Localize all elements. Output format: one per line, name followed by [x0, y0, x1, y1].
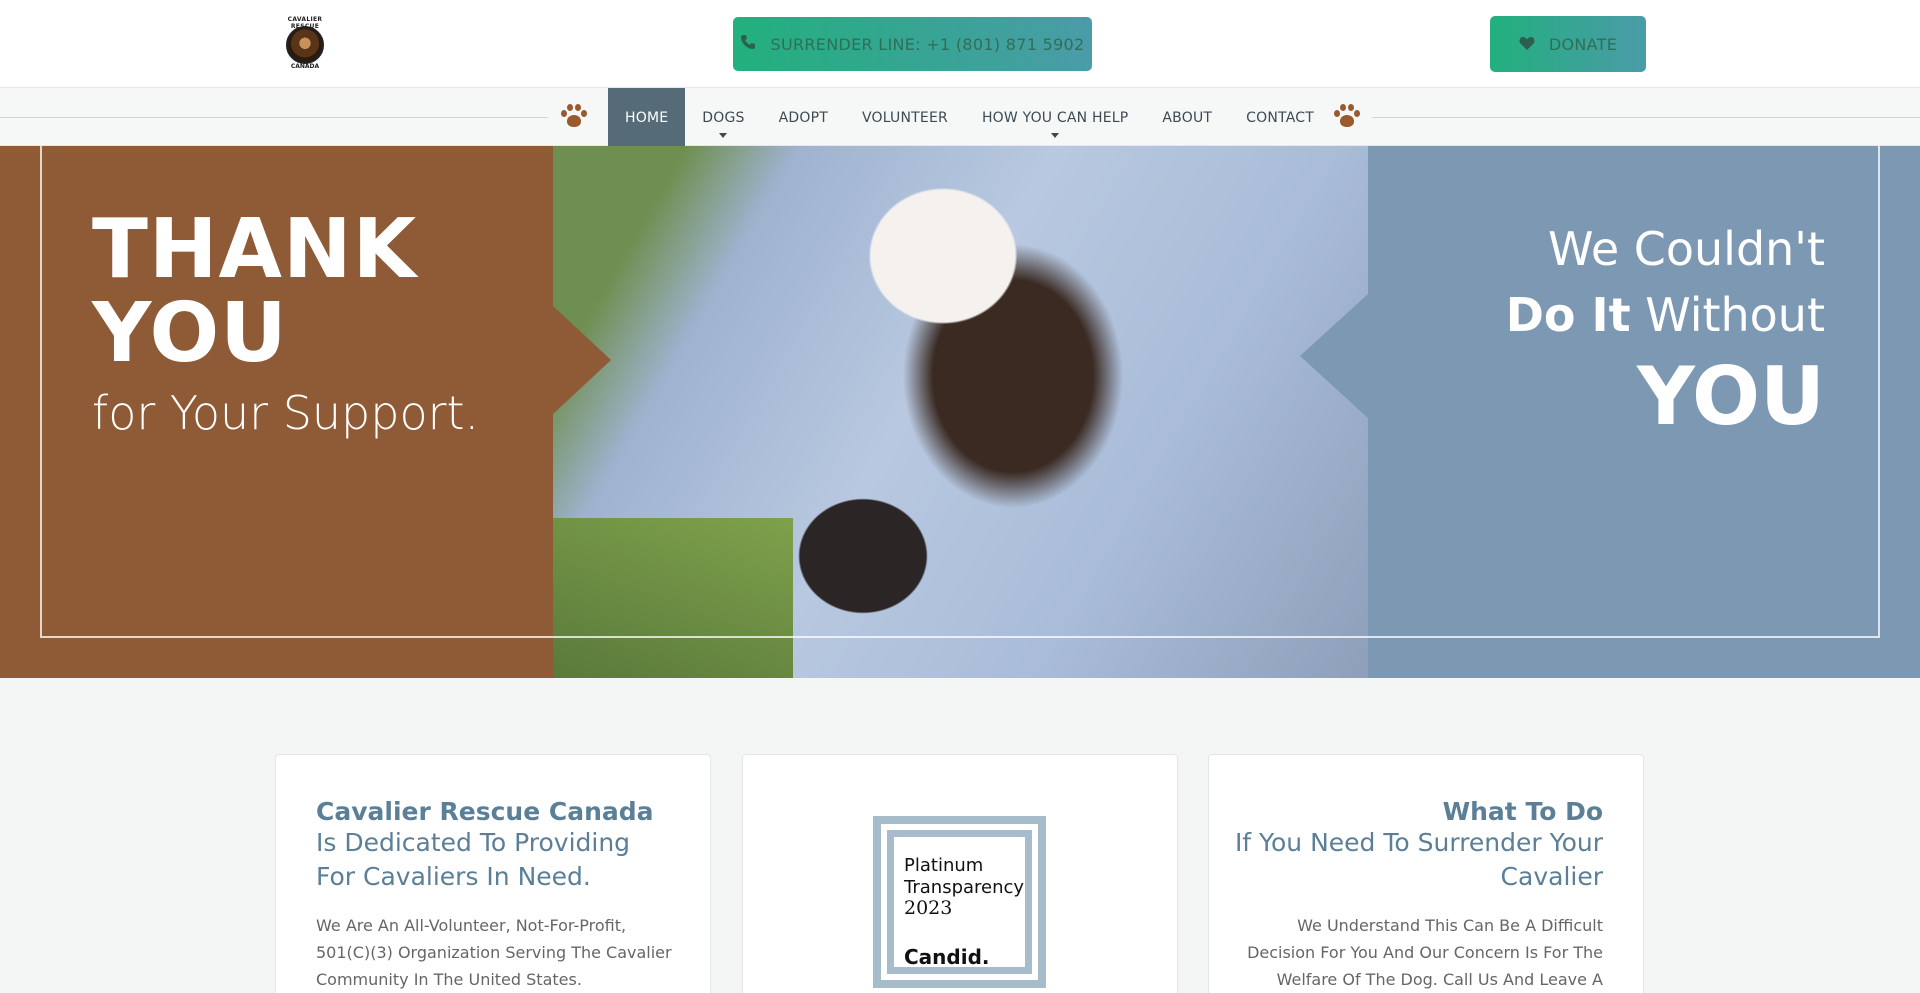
badge-line2: Transparency — [904, 877, 1025, 898]
surrender-line-label: SURRENDER LINE: +1 (801) 871 5902 — [770, 34, 1085, 54]
mission-body: We Are An All-Volunteer, Not-For-Profit,… — [316, 916, 672, 989]
phone-icon — [740, 34, 756, 54]
badge-brand: Candid. — [904, 945, 990, 969]
chevron-down-icon — [1051, 133, 1060, 138]
badge-year: 2023 — [904, 897, 953, 919]
nav-item-adopt[interactable]: ADOPT — [762, 88, 845, 147]
donate-button[interactable]: DONATE — [1490, 16, 1646, 72]
logo-text-bottom: CANADA — [290, 63, 320, 70]
nav-item-home[interactable]: HOME — [608, 88, 686, 147]
hero-dogs-photo — [553, 146, 1368, 678]
hero-arrow-right — [1300, 294, 1368, 418]
hero-thank-you: THANK YOU — [92, 208, 417, 376]
site-header: CAVALIER RESCUE CANADA SURRENDER LINE: +… — [0, 0, 1920, 87]
donate-label: DONATE — [1548, 34, 1618, 54]
chevron-down-icon — [719, 133, 728, 138]
hero-thank: THANK — [92, 202, 418, 297]
paw-icon — [1333, 104, 1361, 130]
logo-dog-image — [286, 26, 324, 64]
main-nav: HOME DOGS ADOPT VOLUNTEER HOW YOU CAN HE… — [0, 87, 1920, 147]
surrender-line-button[interactable]: SURRENDER LINE: +1 (801) 871 5902 — [733, 17, 1092, 71]
nav-divider-right — [1372, 117, 1920, 118]
nav-divider-left — [0, 117, 548, 118]
nav-label-adopt: ADOPT — [778, 109, 828, 126]
nav-label-about: ABOUT — [1162, 109, 1213, 126]
nav-label-volunteer: VOLUNTEER — [862, 109, 948, 126]
hero-you-big: YOU — [1636, 350, 1825, 443]
hero-grass — [553, 518, 793, 678]
mission-card: Cavalier Rescue Canada Is Dedicated To P… — [275, 754, 711, 993]
hero-do-it: Do It — [1505, 288, 1631, 342]
badge-line1: Platinum — [904, 855, 984, 876]
surrender-subtitle: If You Need To Surrender Your Cavalier — [1234, 828, 1603, 891]
hero-do-it-without: Do It Without — [1440, 282, 1825, 348]
nav-item-dogs[interactable]: DOGS — [685, 88, 761, 147]
heart-icon — [1519, 35, 1535, 54]
surrender-body: We Understand This Can Be A Difficult De… — [1247, 916, 1603, 989]
nav-item-contact[interactable]: CONTACT — [1229, 88, 1331, 147]
surrender-title: What To Do — [1442, 797, 1603, 826]
hero-support: for Your Support. — [92, 386, 480, 440]
mission-subtitle: Is Dedicated To Providing For Cavaliers … — [316, 828, 631, 891]
mission-title: Cavalier Rescue Canada — [316, 797, 654, 826]
nav-items: HOME DOGS ADOPT VOLUNTEER HOW YOU CAN HE… — [608, 88, 1331, 147]
nav-label-dogs: DOGS — [702, 109, 745, 126]
nav-label-contact: CONTACT — [1246, 109, 1314, 126]
hero-without: Without — [1630, 288, 1825, 342]
nav-label-how-you-can-help: HOW YOU CAN HELP — [981, 109, 1129, 126]
candid-badge[interactable]: Platinum Transparency 2023 Candid. — [873, 816, 1046, 988]
transparency-card: Platinum Transparency 2023 Candid. — [742, 754, 1178, 993]
nav-label-home: HOME — [625, 109, 669, 126]
hero-couldnt: We Couldn't Do It Without — [1440, 216, 1825, 348]
hero-you: YOU — [92, 286, 288, 381]
hero-arrow-left — [553, 306, 611, 414]
hero-we-couldnt: We Couldn't — [1548, 222, 1825, 276]
nav-item-about[interactable]: ABOUT — [1145, 88, 1229, 147]
surrender-card: What To Do If You Need To Surrender Your… — [1208, 754, 1644, 993]
nav-item-how-you-can-help[interactable]: HOW YOU CAN HELP — [965, 88, 1145, 147]
hero-banner: THANK YOU for Your Support. We Couldn't … — [0, 146, 1920, 678]
paw-icon — [560, 104, 588, 130]
site-logo[interactable]: CAVALIER RESCUE CANADA — [278, 16, 332, 70]
badge-text: Platinum Transparency — [904, 855, 1024, 899]
nav-item-volunteer[interactable]: VOLUNTEER — [845, 88, 965, 147]
